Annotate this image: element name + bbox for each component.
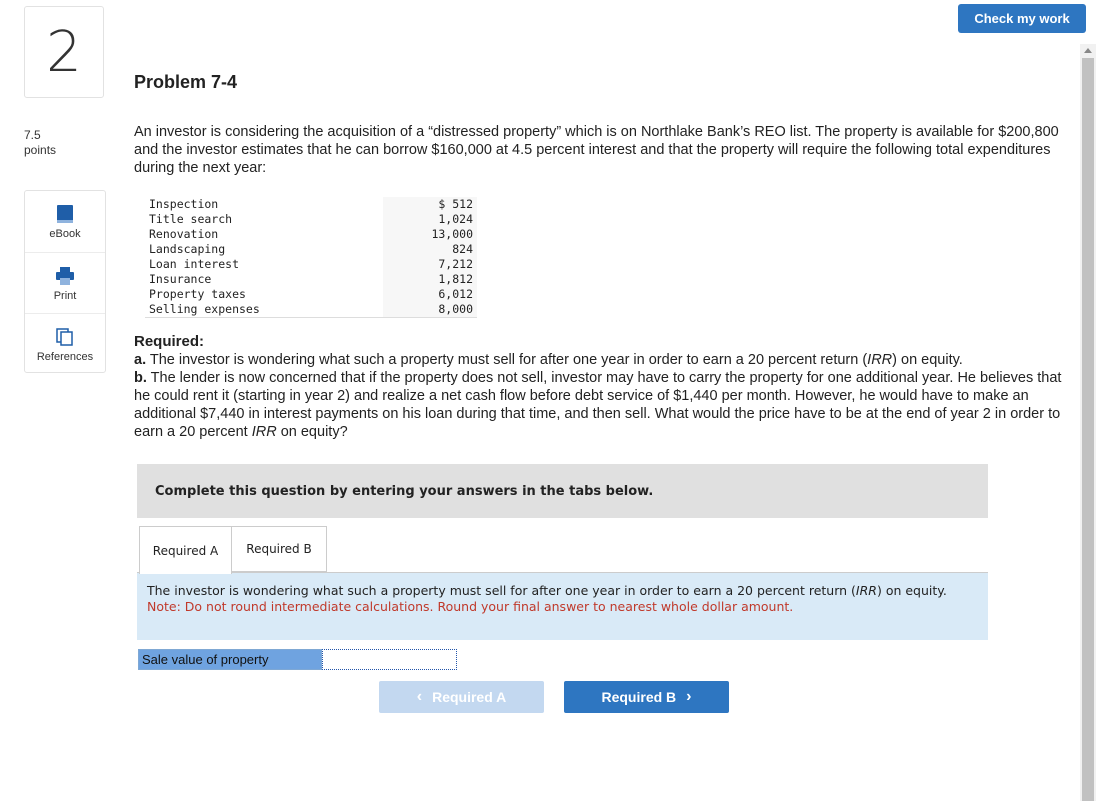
next-button-label: Required B bbox=[601, 689, 676, 705]
part-b-text: b. The lender is now concerned that if t… bbox=[134, 369, 1074, 441]
problem-title: Problem 7-4 bbox=[134, 72, 237, 93]
expenditure-row: Property taxes6,012 bbox=[145, 287, 477, 302]
expenditure-label: Title search bbox=[145, 212, 383, 227]
answer-row: Sale value of property bbox=[138, 649, 457, 670]
expenditures-table: Inspection$ 512Title search1,024Renovati… bbox=[145, 197, 477, 318]
prev-required-a-button[interactable]: ‹ Required A bbox=[379, 681, 544, 713]
points-value: 7.5 bbox=[24, 128, 56, 143]
scrollbar-thumb[interactable] bbox=[1082, 58, 1094, 801]
required-section: Required: a. The investor is wondering w… bbox=[134, 333, 1074, 441]
expenditure-label: Inspection bbox=[145, 197, 383, 212]
references-button[interactable]: References bbox=[25, 313, 105, 374]
expenditure-amount: 1,812 bbox=[383, 272, 477, 287]
scrollbar[interactable] bbox=[1080, 44, 1096, 801]
problem-intro: An investor is considering the acquisiti… bbox=[134, 123, 1074, 177]
expenditure-amount: $ 512 bbox=[383, 197, 477, 212]
expenditure-label: Loan interest bbox=[145, 257, 383, 272]
part-b-prefix: b. bbox=[134, 370, 147, 386]
tab-required-a[interactable]: Required A bbox=[139, 526, 232, 574]
expenditure-label: Renovation bbox=[145, 227, 383, 242]
scroll-up-arrow-icon[interactable] bbox=[1084, 48, 1092, 53]
chevron-left-icon: ‹ bbox=[417, 688, 422, 706]
part-a-text: a. The investor is wondering what such a… bbox=[134, 351, 1074, 369]
expenditure-row: Inspection$ 512 bbox=[145, 197, 477, 212]
part-a-irr: IRR bbox=[867, 352, 892, 368]
check-my-work-button[interactable]: Check my work bbox=[958, 4, 1086, 33]
tab-panel: The investor is wondering what such a pr… bbox=[137, 573, 988, 640]
expenditure-label: Landscaping bbox=[145, 242, 383, 257]
expenditure-label: Selling expenses bbox=[145, 302, 383, 318]
next-required-b-button[interactable]: Required B › bbox=[564, 681, 729, 713]
expenditure-amount: 8,000 bbox=[383, 302, 477, 318]
points-display: 7.5 points bbox=[24, 128, 56, 158]
points-label: points bbox=[24, 143, 56, 158]
expenditure-row: Renovation13,000 bbox=[145, 227, 477, 242]
expenditure-amount: 6,012 bbox=[383, 287, 477, 302]
part-a-text-2: ) on equity. bbox=[892, 352, 963, 368]
panel-instruction-irr: IRR bbox=[856, 583, 877, 598]
instructions-banner: Complete this question by entering your … bbox=[137, 464, 988, 518]
tools-panel: eBook Print References bbox=[24, 190, 106, 373]
part-b-irr: IRR bbox=[252, 424, 277, 440]
required-heading: Required: bbox=[134, 333, 1074, 351]
question-number: 2 bbox=[24, 6, 104, 98]
expenditure-row: Landscaping824 bbox=[145, 242, 477, 257]
part-a-text-1: The investor is wondering what such a pr… bbox=[146, 352, 867, 368]
tab-required-b[interactable]: Required B bbox=[232, 526, 327, 572]
panel-instruction-1: The investor is wondering what such a pr… bbox=[147, 583, 856, 598]
chevron-right-icon: › bbox=[686, 688, 691, 706]
expenditure-row: Insurance1,812 bbox=[145, 272, 477, 287]
part-a-prefix: a. bbox=[134, 352, 146, 368]
ebook-label: eBook bbox=[49, 228, 80, 240]
print-button[interactable]: Print bbox=[25, 252, 105, 313]
expenditure-amount: 1,024 bbox=[383, 212, 477, 227]
expenditure-row: Loan interest7,212 bbox=[145, 257, 477, 272]
part-b-text-2: on equity? bbox=[277, 424, 348, 440]
expenditure-row: Selling expenses8,000 bbox=[145, 302, 477, 318]
expenditure-label: Property taxes bbox=[145, 287, 383, 302]
expenditure-label: Insurance bbox=[145, 272, 383, 287]
panel-instruction: The investor is wondering what such a pr… bbox=[147, 583, 947, 599]
expenditure-amount: 824 bbox=[383, 242, 477, 257]
ebook-button[interactable]: eBook bbox=[25, 191, 105, 252]
printer-icon bbox=[55, 265, 75, 287]
prev-button-label: Required A bbox=[432, 689, 506, 705]
expenditure-amount: 13,000 bbox=[383, 227, 477, 242]
sale-value-label: Sale value of property bbox=[138, 649, 322, 670]
print-label: Print bbox=[54, 290, 77, 302]
panel-instruction-2: ) on equity. bbox=[877, 583, 947, 598]
sale-value-input[interactable] bbox=[322, 649, 457, 670]
book-icon bbox=[56, 203, 74, 225]
expenditure-row: Title search1,024 bbox=[145, 212, 477, 227]
panel-note: Note: Do not round intermediate calculat… bbox=[147, 599, 978, 615]
expenditure-amount: 7,212 bbox=[383, 257, 477, 272]
references-icon bbox=[55, 326, 75, 348]
references-label: References bbox=[37, 351, 93, 363]
